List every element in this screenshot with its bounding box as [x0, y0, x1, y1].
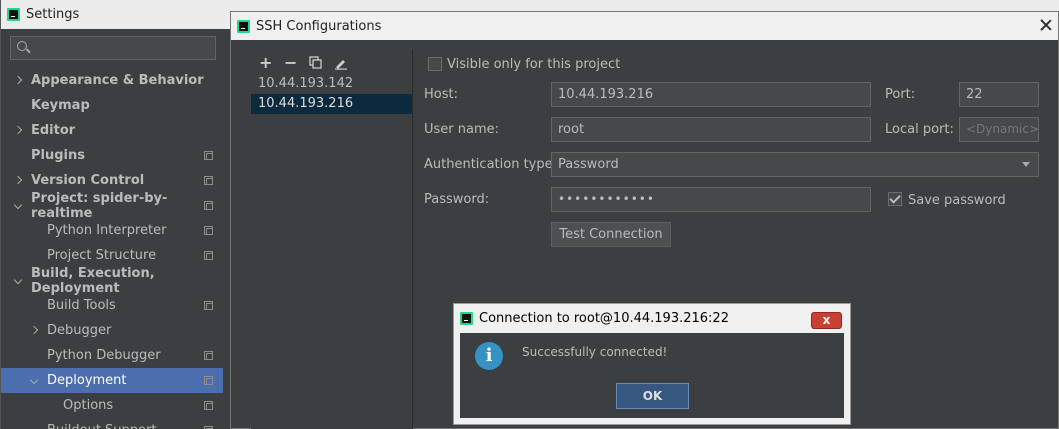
ssh-titlebar[interactable]: SSH Configurations — [231, 12, 1058, 40]
dialog-titlebar[interactable]: Connection to root@10.44.193.216:22 — [454, 304, 850, 333]
project-scope-icon — [204, 401, 213, 410]
password-field[interactable]: •••••••••••• — [551, 187, 871, 212]
settings-window: Settings Appearance & Behavior Keymap Edit… — [0, 0, 1059, 429]
settings-tree-item[interactable]: Version Control — [1, 168, 223, 193]
settings-search-input[interactable] — [10, 36, 216, 60]
settings-tree: Appearance & Behavior Keymap Editor Plugins… — [1, 68, 223, 429]
local-port-field[interactable]: <Dynamic> — [959, 117, 1039, 142]
pycharm-app-icon — [460, 312, 473, 325]
visible-only-label: Visible only for this project — [447, 57, 621, 72]
settings-tree-label: Deployment — [47, 373, 127, 388]
add-icon[interactable]: + — [259, 54, 272, 70]
settings-tree-item[interactable]: Project: spider-by-realtime — [1, 190, 223, 221]
ssh-host-list: 10.44.193.142 10.44.193.216 — [251, 74, 412, 114]
port-field[interactable]: 22 — [959, 82, 1039, 107]
settings-tree-item[interactable]: Buildout Support — [1, 418, 223, 429]
username-label: User name: — [424, 122, 500, 137]
settings-tree-item[interactable]: Build Tools — [1, 293, 223, 318]
settings-tree-item[interactable]: Python Debugger — [1, 343, 223, 368]
ok-button[interactable]: OK — [616, 383, 689, 409]
auth-type-value: Password — [558, 157, 619, 172]
dialog-body: i Successfully connected! OK — [460, 333, 844, 418]
pycharm-app-icon — [7, 8, 20, 21]
copy-icon[interactable] — [309, 55, 322, 69]
ssh-host-list-panel: + − 10.44.193.142 10.44.193.216 — [251, 50, 413, 429]
settings-tree-label: Project Structure — [47, 248, 157, 263]
save-password-label: Save password — [908, 193, 1006, 208]
host-label: Host: — [424, 87, 458, 102]
settings-tree-label: Plugins — [31, 148, 85, 163]
save-password-checkbox[interactable] — [888, 192, 902, 206]
dialog-message: Successfully connected! — [522, 345, 668, 359]
host-field[interactable]: 10.44.193.216 — [551, 82, 871, 107]
settings-tree-item[interactable]: Debugger — [1, 318, 223, 343]
port-label: Port: — [885, 87, 916, 102]
settings-tree-label: Version Control — [31, 173, 145, 188]
chevron-down-icon[interactable] — [13, 277, 23, 287]
edit-icon[interactable] — [334, 56, 347, 70]
remove-icon[interactable]: − — [284, 54, 297, 70]
chevron-right-icon[interactable] — [29, 325, 39, 335]
chevron-right-icon[interactable] — [13, 175, 23, 185]
settings-tree-item[interactable]: Python Interpreter — [1, 218, 223, 243]
chevron-down-icon[interactable] — [13, 202, 23, 212]
project-scope-icon — [204, 176, 213, 185]
search-icon — [17, 41, 27, 51]
settings-tree-label: Options — [63, 398, 114, 413]
project-scope-icon — [204, 251, 213, 260]
info-icon: i — [475, 342, 503, 370]
settings-tree-label: Keymap — [31, 98, 90, 113]
settings-tree-label: Buildout Support — [47, 423, 156, 429]
project-scope-icon — [204, 151, 213, 160]
settings-tree-label: Appearance & Behavior — [31, 73, 204, 88]
settings-tree-item[interactable]: Plugins — [1, 143, 223, 168]
username-field[interactable]: root — [551, 117, 871, 142]
settings-tree-label: Python Debugger — [47, 348, 161, 363]
settings-tree-item[interactable]: Deployment — [1, 368, 223, 393]
project-scope-icon — [204, 376, 213, 385]
settings-tree-label: Editor — [31, 123, 76, 138]
dialog-close-button[interactable]: x — [811, 312, 842, 329]
settings-tree-label: Build, Execution, Deployment — [31, 265, 155, 296]
auth-type-select[interactable]: Password — [551, 152, 1039, 177]
settings-tree-label: Debugger — [47, 323, 112, 338]
project-scope-icon — [204, 351, 213, 360]
auth-type-label: Authentication type: — [424, 157, 557, 172]
project-scope-icon — [204, 301, 213, 310]
settings-tree-item[interactable]: Editor — [1, 118, 223, 143]
local-port-label: Local port: — [885, 122, 954, 137]
ssh-toolbar: + − — [251, 50, 412, 74]
ssh-host-item[interactable]: 10.44.193.216 — [251, 94, 412, 114]
settings-tree-item[interactable]: Appearance & Behavior — [1, 68, 223, 93]
settings-tree-item[interactable]: Project Structure — [1, 243, 223, 268]
pycharm-app-icon — [237, 19, 250, 33]
settings-tree-item[interactable]: Build, Execution, Deployment — [1, 265, 223, 296]
password-label: Password: — [424, 192, 490, 207]
project-scope-icon — [204, 201, 213, 210]
visible-only-checkbox[interactable] — [428, 57, 442, 71]
chevron-down-icon — [1022, 162, 1030, 167]
test-connection-button[interactable]: Test Connection — [551, 222, 671, 247]
dialog-title: Connection to root@10.44.193.216:22 — [479, 311, 729, 326]
settings-title: Settings — [26, 7, 80, 22]
close-icon[interactable] — [1039, 18, 1053, 32]
settings-tree-item[interactable]: Options — [1, 393, 223, 418]
settings-tree-item[interactable]: Keymap — [1, 93, 223, 118]
project-scope-icon — [204, 226, 213, 235]
settings-tree-label: Project: spider-by-realtime — [31, 190, 168, 221]
chevron-right-icon[interactable] — [13, 125, 23, 135]
settings-tree-label: Build Tools — [47, 298, 116, 313]
ssh-host-item[interactable]: 10.44.193.142 — [251, 74, 412, 94]
ssh-title: SSH Configurations — [256, 18, 382, 34]
settings-tree-label: Python Interpreter — [47, 223, 167, 238]
chevron-right-icon[interactable] — [13, 75, 23, 85]
connection-dialog: Connection to root@10.44.193.216:22 x i … — [453, 303, 851, 425]
chevron-down-icon[interactable] — [29, 377, 39, 387]
